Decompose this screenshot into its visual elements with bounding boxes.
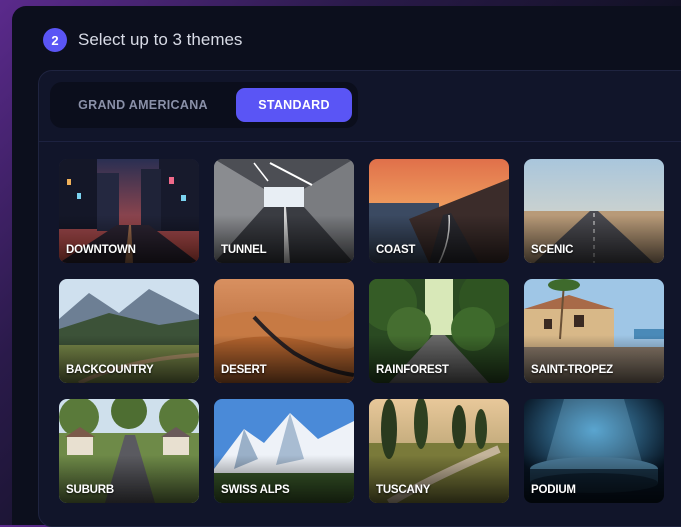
- theme-label: SUBURB: [66, 484, 114, 496]
- tab-standard[interactable]: STANDARD: [236, 88, 352, 122]
- theme-tile-podium[interactable]: PODIUM: [524, 399, 664, 503]
- theme-selection-panel: 2 Select up to 3 themes GRAND AMERICANA …: [12, 6, 681, 527]
- theme-tile-coast[interactable]: COAST: [369, 159, 509, 263]
- step-header: 2 Select up to 3 themes: [43, 28, 242, 52]
- theme-label: TUSCANY: [376, 484, 431, 496]
- theme-tile-scenic[interactable]: SCENIC: [524, 159, 664, 263]
- theme-label: PODIUM: [531, 484, 576, 496]
- theme-tile-downtown[interactable]: DOWNTOWN: [59, 159, 199, 263]
- theme-label: SAINT-TROPEZ: [531, 364, 613, 376]
- theme-label: SWISS ALPS: [221, 484, 290, 496]
- theme-tile-saint-tropez[interactable]: SAINT-TROPEZ: [524, 279, 664, 383]
- theme-label: COAST: [376, 244, 416, 256]
- theme-tile-rainforest[interactable]: RAINFOREST: [369, 279, 509, 383]
- theme-tile-backcountry[interactable]: BACKCOUNTRY: [59, 279, 199, 383]
- step-number-badge: 2: [43, 28, 67, 52]
- theme-label: BACKCOUNTRY: [66, 364, 154, 376]
- theme-tile-desert[interactable]: DESERT: [214, 279, 354, 383]
- theme-label: TUNNEL: [221, 244, 267, 256]
- theme-tile-suburb[interactable]: SUBURB: [59, 399, 199, 503]
- theme-tile-tuscany[interactable]: TUSCANY: [369, 399, 509, 503]
- theme-tile-tunnel[interactable]: TUNNEL: [214, 159, 354, 263]
- theme-category-tabs: GRAND AMERICANA STANDARD: [50, 82, 358, 128]
- theme-label: RAINFOREST: [376, 364, 449, 376]
- theme-label: DOWNTOWN: [66, 244, 136, 256]
- theme-tile-swiss-alps[interactable]: SWISS ALPS: [214, 399, 354, 503]
- theme-label: SCENIC: [531, 244, 574, 256]
- themes-card: GRAND AMERICANA STANDARD DOWNTOWN TUNNEL…: [38, 70, 681, 527]
- tab-grand-americana[interactable]: GRAND AMERICANA: [58, 88, 228, 122]
- tabs-divider: [39, 141, 681, 142]
- theme-label: DESERT: [221, 364, 267, 376]
- step-title: Select up to 3 themes: [78, 30, 243, 49]
